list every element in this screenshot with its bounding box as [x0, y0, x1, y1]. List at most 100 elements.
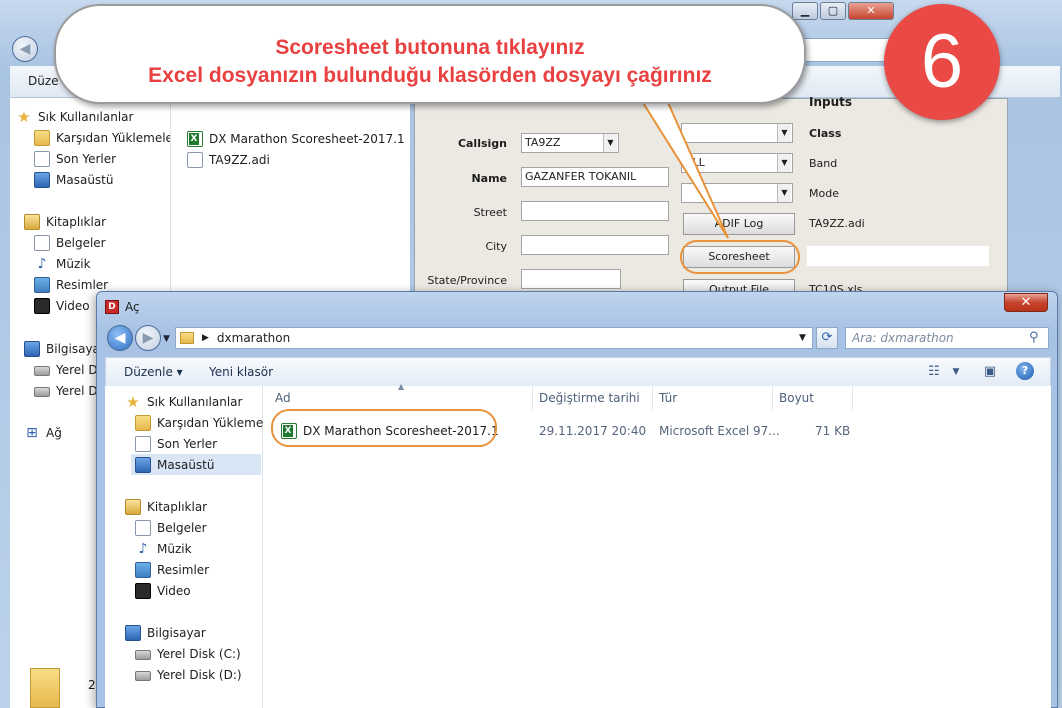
nav-network[interactable]: ⊞ Ağ — [24, 422, 62, 443]
nav-favorites[interactable]: ★ Sık Kullanılanlar — [16, 106, 133, 127]
scoresheet-path-field — [807, 246, 989, 266]
nav-videos[interactable]: Video — [135, 580, 191, 601]
recent-places-icon — [34, 150, 50, 167]
nav-favorites[interactable]: ★ Sık Kullanılanlar — [125, 391, 242, 412]
nav-libraries[interactable]: Kitaplıklar — [125, 496, 207, 517]
open-file-dialog: D Aç ✕ ◀ ▶ ▼ ▶ dxmarathon ▼ ⟳ Ara: dxmar… — [96, 291, 1058, 708]
preview-pane-icon[interactable]: ▣ — [980, 362, 1000, 382]
nav-recent[interactable]: Son Yerler — [135, 433, 217, 454]
adif-log-button[interactable]: ADIF Log — [683, 213, 795, 235]
folder-icon — [180, 332, 194, 344]
callout-line-1: Scoresheet butonuna tıklayınız — [275, 36, 585, 59]
help-icon[interactable]: ? — [1016, 362, 1034, 380]
chevron-down-icon[interactable]: ▼ — [946, 362, 966, 382]
chevron-down-icon: ▼ — [777, 184, 791, 202]
adif-file-name: TA9ZZ.adi — [809, 217, 865, 230]
city-field[interactable] — [521, 235, 669, 255]
documents-icon — [34, 234, 50, 251]
nav-disk-c[interactable]: Yerel Disk (C:) — [135, 643, 241, 664]
street-field[interactable] — [521, 201, 669, 221]
column-header-size[interactable]: Boyut — [773, 386, 853, 410]
address-dropdown-icon[interactable]: ▼ — [799, 333, 806, 343]
callsign-label: Callsign — [457, 137, 507, 150]
back-button[interactable]: ◀ — [107, 325, 133, 351]
nav-downloads[interactable]: Karşıdan Yüklemeler — [135, 412, 279, 433]
desktop-icon — [135, 456, 151, 473]
music-icon: ♪ — [37, 255, 47, 272]
dialog-navigation-pane: ★ Sık Kullanılanlar Karşıdan Yüklemeler S… — [105, 386, 279, 708]
class-label: Class — [809, 127, 842, 140]
nav-desktop[interactable]: Masaüstü — [131, 454, 261, 475]
nav-computer[interactable]: Bilgisayar — [125, 622, 206, 643]
maximize-button[interactable]: ▢ — [820, 2, 846, 20]
nav-music[interactable]: ♪ Müzik — [135, 538, 192, 559]
column-header-modified[interactable]: Değiştirme tarihi — [533, 386, 653, 410]
refresh-button[interactable]: ⟳ — [816, 327, 838, 349]
organize-button[interactable]: Düzenle ▾ — [124, 365, 183, 379]
column-header-type[interactable]: Tür — [653, 386, 773, 410]
chevron-down-icon: ▼ — [603, 134, 617, 152]
nav-computer[interactable]: Bilgisayar — [24, 338, 105, 359]
dialog-toolbar: Düzenle ▾ Yeni klasör ☷ ▼ ▣ ? — [105, 357, 1051, 386]
nav-disk-c[interactable]: Yerel D — [34, 359, 98, 380]
file-modified-cell: 29.11.2017 20:40 — [539, 424, 647, 438]
address-bar[interactable]: ▶ dxmarathon — [175, 327, 813, 349]
section-title: Inputs — [809, 95, 853, 109]
step-number-badge: 6 — [884, 4, 1000, 120]
desktop-icon — [34, 171, 50, 188]
class-select[interactable]: ▼ — [681, 123, 793, 143]
nav-pictures[interactable]: Resimler — [135, 559, 209, 580]
excel-file-icon — [187, 130, 203, 147]
nav-libraries[interactable]: Kitaplıklar — [24, 211, 106, 232]
history-dropdown-icon[interactable]: ▼ — [163, 334, 170, 344]
state-label: State/Province — [427, 274, 507, 287]
state-field[interactable] — [521, 269, 621, 289]
nav-desktop[interactable]: Masaüstü — [34, 169, 113, 190]
mode-label: Mode — [809, 187, 839, 200]
mode-select[interactable]: ▼ — [681, 183, 793, 203]
minimize-button[interactable]: ▁ — [792, 2, 818, 20]
band-select[interactable]: ALL ▼ — [681, 153, 793, 173]
nav-music[interactable]: ♪ Müzik — [34, 253, 91, 274]
folder-icon — [30, 668, 60, 708]
recent-places-icon — [135, 435, 151, 452]
nav-disk-d[interactable]: Yerel D — [34, 380, 98, 401]
disk-icon — [135, 671, 151, 681]
close-button[interactable]: ✕ — [848, 2, 894, 20]
back-button[interactable]: ◀ — [12, 36, 38, 62]
file-size-cell: 71 KB — [815, 424, 851, 438]
nav-recent[interactable]: Son Yerler — [34, 148, 116, 169]
file-list: Ad ▲ Değiştirme tarihi Tür Boyut DX Mara… — [263, 382, 1051, 708]
disk-icon — [34, 387, 50, 397]
nav-documents[interactable]: Belgeler — [135, 517, 207, 538]
documents-icon — [135, 519, 151, 536]
chevron-right-icon: ▶ — [202, 333, 209, 343]
breadcrumb[interactable]: dxmarathon — [217, 331, 290, 345]
videos-icon — [34, 297, 50, 314]
scoresheet-highlight — [680, 240, 800, 274]
list-item[interactable]: DX Marathon Scoresheet-2017.1 — [187, 128, 405, 149]
libraries-icon — [24, 213, 40, 230]
search-icon[interactable]: ⚲ — [1029, 330, 1039, 345]
list-item[interactable]: TA9ZZ.adi — [187, 149, 270, 170]
callsign-select[interactable]: TA9ZZ ▼ — [521, 133, 619, 153]
dialog-title: Aç — [125, 300, 140, 314]
nav-downloads[interactable]: Karşıdan Yüklemeler — [34, 127, 178, 148]
instruction-callout: Scoresheet butonuna tıklayınız Excel dos… — [54, 4, 806, 104]
file-icon — [187, 151, 203, 168]
new-folder-button[interactable]: Yeni klasör — [209, 365, 273, 379]
nav-documents[interactable]: Belgeler — [34, 232, 106, 253]
forward-button[interactable]: ▶ — [135, 325, 161, 351]
disk-icon — [34, 366, 50, 376]
street-label: Street — [473, 206, 507, 219]
organize-button[interactable]: Düze — [28, 74, 59, 88]
videos-icon — [135, 582, 151, 599]
view-options-icon[interactable]: ☷ — [924, 362, 944, 382]
nav-disk-d[interactable]: Yerel Disk (D:) — [135, 664, 242, 685]
close-button[interactable]: ✕ — [1004, 293, 1048, 312]
search-input[interactable]: Ara: dxmarathon — [845, 327, 1049, 349]
name-field[interactable]: GAZANFER TOKANIL — [521, 167, 669, 187]
star-icon: ★ — [126, 392, 140, 411]
nav-videos[interactable]: Video — [34, 295, 90, 316]
computer-icon — [125, 624, 141, 641]
